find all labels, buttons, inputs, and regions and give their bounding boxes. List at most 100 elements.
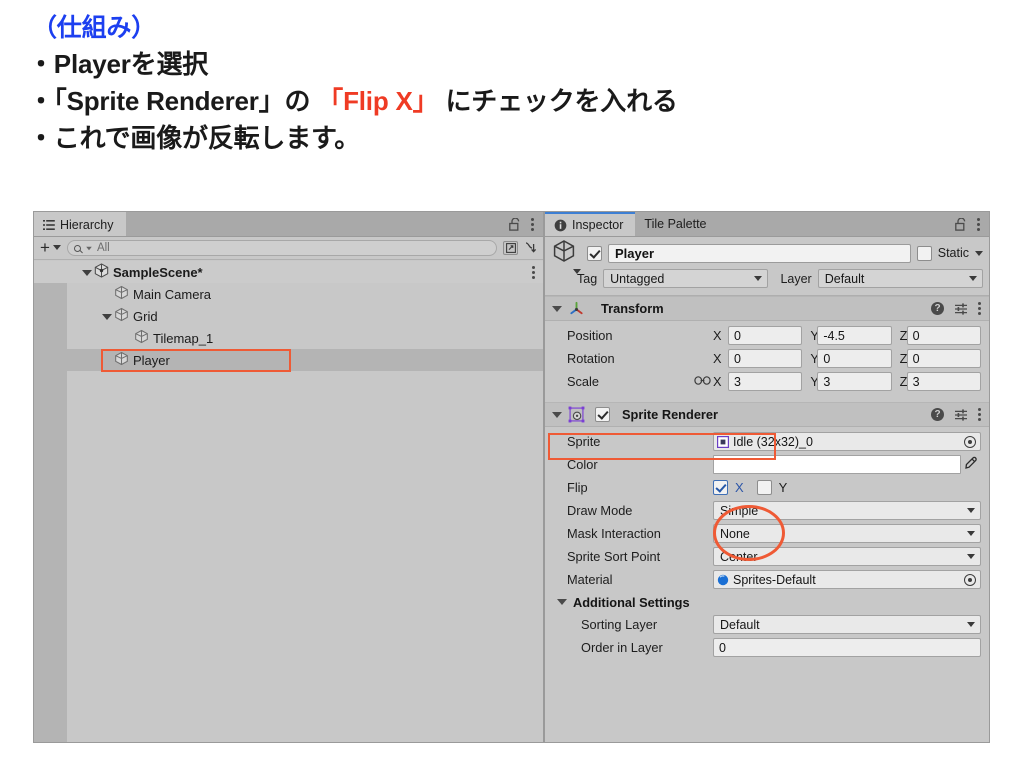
color-swatch-field[interactable]	[713, 455, 961, 474]
kebab-menu-icon[interactable]	[531, 217, 534, 231]
rotation-x-value: 0	[734, 351, 741, 366]
tab-inspector[interactable]: Inspector	[545, 212, 636, 236]
hierarchy-row-main-camera[interactable]: Main Camera	[34, 283, 543, 305]
tag-dropdown[interactable]: Untagged	[603, 269, 769, 288]
scale-y-field[interactable]: 3	[817, 372, 892, 391]
search-icon	[73, 244, 81, 252]
axis-z-label: Z	[899, 351, 908, 366]
kebab-menu-icon[interactable]	[978, 302, 981, 315]
slide-bullet-2: ・「Sprite Renderer」の 「Flip X」 にチェックを入れる	[28, 83, 998, 120]
transform-header-actions: ?	[931, 297, 981, 320]
tab-tile-palette-label: Tile Palette	[644, 217, 707, 231]
alphabetical-sort-icon[interactable]	[524, 241, 538, 256]
sprite-renderer-icon	[568, 406, 585, 423]
scale-x-field[interactable]: 3	[728, 372, 803, 391]
help-icon[interactable]: ?	[931, 408, 944, 421]
sprite-renderer-enabled-checkbox[interactable]	[595, 407, 610, 422]
object-picker-icon[interactable]	[964, 573, 976, 586]
preset-settings-icon[interactable]	[954, 302, 968, 316]
draw-mode-dropdown[interactable]: Simple	[713, 501, 981, 520]
transform-scale-row: Scale X 3 Y 3 Z 3	[553, 370, 981, 393]
window-picker-icon[interactable]	[503, 241, 518, 255]
sprite-object-field[interactable]: Idle (32x32)_0	[713, 432, 981, 451]
eyedropper-icon[interactable]	[961, 456, 981, 473]
expand-toggle-icon[interactable]	[552, 411, 562, 418]
flip-x-checkbox[interactable]	[713, 480, 728, 495]
static-checkbox[interactable]	[916, 245, 932, 261]
link-constraint-icon[interactable]	[691, 375, 713, 389]
sorting-layer-row: Sorting Layer Default	[553, 613, 981, 636]
preset-settings-icon[interactable]	[954, 408, 968, 422]
transform-component-header[interactable]: Transform ?	[545, 296, 989, 321]
chevron-down-icon	[573, 268, 581, 274]
chevron-down-icon	[52, 244, 61, 250]
scene-kebab-menu-icon[interactable]	[532, 266, 535, 279]
sorting-layer-label: Sorting Layer	[581, 617, 658, 632]
hierarchy-row-grid[interactable]: Grid	[34, 305, 543, 327]
sprite-sort-point-value: Center	[720, 549, 758, 564]
expand-toggle-icon[interactable]	[100, 309, 114, 324]
sprite-renderer-component-header[interactable]: Sprite Renderer ?	[545, 402, 989, 427]
position-z-field[interactable]: 0	[906, 326, 981, 345]
slide-text-block: （仕組み） ・Playerを選択 ・「Sprite Renderer」の 「Fl…	[28, 12, 998, 156]
sorting-layer-dropdown[interactable]: Default	[713, 615, 981, 634]
gameobject-prefab-icon[interactable]	[551, 238, 581, 274]
expand-toggle-icon[interactable]	[80, 265, 94, 280]
layer-value: Default	[824, 271, 865, 286]
order-in-layer-field[interactable]: 0	[713, 638, 981, 657]
info-icon	[554, 219, 567, 232]
gameobject-cube-icon	[114, 285, 129, 303]
layer-dropdown[interactable]: Default	[817, 269, 983, 288]
hierarchy-row-player[interactable]: Player	[34, 349, 543, 371]
hierarchy-row-tilemap-1[interactable]: Tilemap_1	[34, 327, 543, 349]
hierarchy-row-samplescene[interactable]: SampleScene*	[34, 261, 543, 283]
expand-toggle-icon[interactable]	[552, 305, 562, 312]
chevron-down-icon	[967, 531, 975, 536]
kebab-menu-icon[interactable]	[977, 217, 980, 231]
static-dropdown-caret-icon[interactable]	[975, 250, 983, 256]
rotation-x-field[interactable]: 0	[728, 349, 803, 368]
material-value: Sprites-Default	[733, 572, 816, 587]
transform-component-body: Position X 0 Y -4.5 Z 0 Rotation X 0 Y 0…	[545, 321, 989, 398]
flip-row: Flip X Y	[553, 476, 981, 499]
material-ball-icon	[717, 574, 729, 586]
hierarchy-row-label: SampleScene*	[113, 264, 203, 280]
rotation-z-field[interactable]: 0	[906, 349, 981, 368]
axis-x-label: X	[713, 374, 722, 389]
mask-interaction-dropdown[interactable]: None	[713, 524, 981, 543]
layer-label: Layer	[780, 271, 812, 286]
create-gameobject-button[interactable]: +	[40, 239, 61, 258]
inspector-body: Player Static Tag Untagged Layer Default	[545, 237, 989, 742]
flip-y-label: Y	[778, 480, 788, 495]
chevron-down-icon	[967, 554, 975, 559]
unity-scene-icon	[94, 263, 109, 281]
help-icon[interactable]: ?	[931, 302, 944, 315]
lock-open-icon[interactable]	[509, 217, 520, 231]
rotation-y-value: 0	[823, 351, 831, 366]
gameobject-name-field[interactable]: Player	[608, 243, 911, 263]
object-picker-icon[interactable]	[964, 435, 976, 448]
position-y-field[interactable]: -4.5	[817, 326, 892, 345]
search-input[interactable]: All	[66, 240, 497, 256]
unity-editor-window: Hierarchy + All SampleScene* Main Camera…	[33, 211, 990, 743]
material-object-field[interactable]: Sprites-Default	[713, 570, 981, 589]
scale-z-field[interactable]: 3	[906, 372, 981, 391]
sprite-sort-point-dropdown[interactable]: Center	[713, 547, 981, 566]
tab-hierarchy[interactable]: Hierarchy	[34, 212, 126, 236]
tag-label: Tag	[577, 271, 598, 286]
position-z-value: 0	[912, 328, 920, 343]
sprite-sort-point-row: Sprite Sort Point Center	[553, 545, 981, 568]
slide-bullet-1: ・Playerを選択	[28, 46, 998, 83]
lock-open-icon[interactable]	[955, 217, 966, 231]
kebab-menu-icon[interactable]	[978, 408, 981, 421]
expand-toggle-icon[interactable]	[557, 599, 567, 605]
gameobject-enabled-checkbox[interactable]	[587, 245, 602, 261]
additional-settings-header[interactable]: Additional Settings	[553, 591, 981, 613]
flip-y-checkbox[interactable]	[756, 480, 772, 495]
rotation-y-field[interactable]: 0	[817, 349, 892, 368]
gameobject-cube-icon	[114, 307, 129, 325]
additional-settings-label: Additional Settings	[573, 594, 690, 610]
position-x-field[interactable]: 0	[728, 326, 803, 345]
slide-bullet-2-part-c: にチェックを入れる	[438, 85, 678, 116]
tab-tile-palette[interactable]: Tile Palette	[635, 212, 719, 236]
